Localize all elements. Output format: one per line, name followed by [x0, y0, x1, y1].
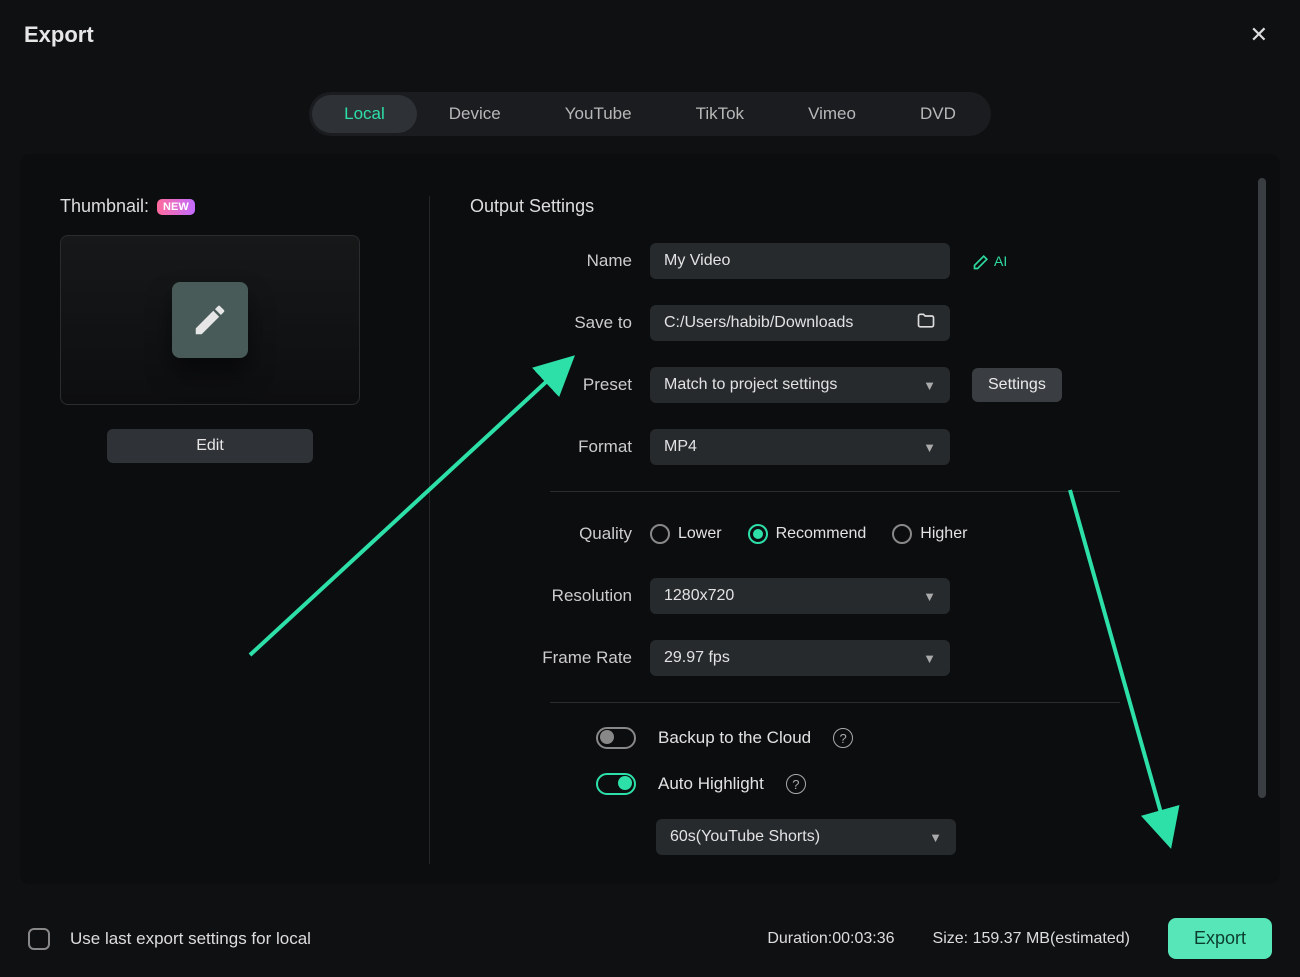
thumbnail-label: Thumbnail:	[60, 196, 149, 217]
tab-vimeo[interactable]: Vimeo	[776, 95, 888, 133]
size-info: Size: 159.37 MB(estimated)	[933, 930, 1130, 948]
help-icon[interactable]: ?	[786, 774, 806, 794]
export-button[interactable]: Export	[1168, 918, 1272, 959]
close-icon[interactable]: ✕	[1242, 18, 1276, 52]
preset-settings-button[interactable]: Settings	[972, 368, 1062, 402]
auto-highlight-label: Auto Highlight	[658, 774, 764, 794]
chevron-down-icon: ▼	[929, 830, 942, 845]
window-title: Export	[24, 22, 94, 48]
chevron-down-icon: ▼	[923, 378, 936, 393]
save-to-label: Save to	[470, 313, 650, 333]
tab-tiktok[interactable]: TikTok	[664, 95, 777, 133]
name-label: Name	[470, 251, 650, 271]
preset-select[interactable]: Match to project settings▼	[650, 367, 950, 403]
preset-label: Preset	[470, 375, 650, 395]
divider	[550, 702, 1120, 703]
framerate-label: Frame Rate	[470, 648, 650, 668]
resolution-select[interactable]: 1280x720▼	[650, 578, 950, 614]
quality-lower-radio[interactable]: Lower	[650, 524, 722, 544]
auto-highlight-preset-select[interactable]: 60s(YouTube Shorts)▼	[656, 819, 956, 855]
backup-cloud-toggle[interactable]	[596, 727, 636, 749]
thumbnail-edit-button[interactable]: Edit	[107, 429, 313, 463]
use-last-settings-checkbox[interactable]	[28, 928, 50, 950]
use-last-settings-label: Use last export settings for local	[70, 929, 311, 949]
new-badge: NEW	[157, 199, 195, 215]
tab-device[interactable]: Device	[417, 95, 533, 133]
title-bar: Export ✕	[0, 0, 1300, 62]
export-panel: Thumbnail: NEW Edit Output Settings Name…	[20, 154, 1280, 884]
duration-info: Duration:00:03:36	[767, 930, 894, 948]
resolution-label: Resolution	[470, 586, 650, 606]
thumbnail-preview[interactable]	[60, 235, 360, 405]
tab-youtube[interactable]: YouTube	[533, 95, 664, 133]
pencil-icon	[172, 282, 248, 358]
format-select[interactable]: MP4▼	[650, 429, 950, 465]
chevron-down-icon: ▼	[923, 589, 936, 604]
framerate-select[interactable]: 29.97 fps▼	[650, 640, 950, 676]
auto-highlight-toggle[interactable]	[596, 773, 636, 795]
backup-cloud-label: Backup to the Cloud	[658, 728, 811, 748]
footer-bar: Use last export settings for local Durat…	[0, 918, 1300, 959]
name-input[interactable]: My Video	[650, 243, 950, 279]
tab-dvd[interactable]: DVD	[888, 95, 988, 133]
chevron-down-icon: ▼	[923, 651, 936, 666]
quality-recommend-radio[interactable]: Recommend	[748, 524, 867, 544]
quality-higher-radio[interactable]: Higher	[892, 524, 967, 544]
help-icon[interactable]: ?	[833, 728, 853, 748]
save-to-input[interactable]: C:/Users/habib/Downloads	[650, 305, 950, 341]
output-settings-heading: Output Settings	[470, 196, 1260, 217]
quality-label: Quality	[470, 524, 650, 544]
format-label: Format	[470, 437, 650, 457]
tab-local[interactable]: Local	[312, 95, 417, 133]
divider	[550, 491, 1120, 492]
ai-name-icon[interactable]: AI	[972, 251, 1007, 271]
export-tabs: Local Device YouTube TikTok Vimeo DVD	[0, 92, 1300, 136]
folder-icon[interactable]	[916, 311, 936, 336]
chevron-down-icon: ▼	[923, 440, 936, 455]
scrollbar[interactable]	[1258, 178, 1266, 798]
